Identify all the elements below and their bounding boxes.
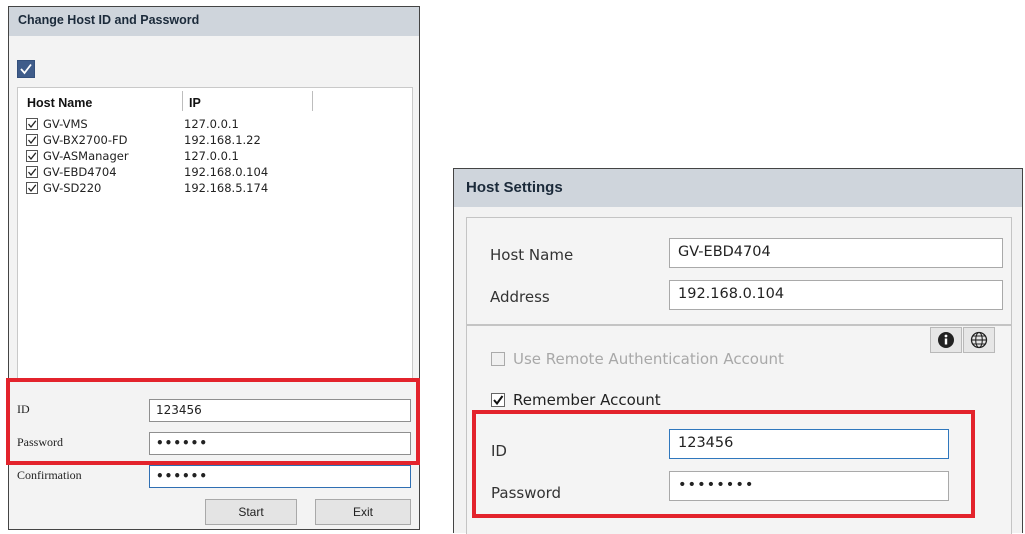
- host-row[interactable]: GV-ASManager 127.0.0.1: [26, 148, 406, 164]
- highlight-box: [472, 410, 975, 518]
- use-remote-auth-label: Use Remote Authentication Account: [513, 350, 784, 368]
- checkmark-icon: [28, 136, 37, 145]
- host-info-panel: Host Name GV-EBD4704 Address 192.168.0.1…: [466, 217, 1012, 325]
- host-ip: 192.168.1.22: [184, 133, 261, 147]
- host-checkbox[interactable]: [26, 166, 38, 178]
- host-ip: 192.168.0.104: [184, 165, 269, 179]
- host-name-label: Host Name: [490, 246, 574, 264]
- start-button[interactable]: Start: [205, 499, 297, 525]
- host-row[interactable]: GV-VMS 127.0.0.1: [26, 116, 406, 132]
- checkmark-icon: [28, 168, 37, 177]
- column-header-host-name[interactable]: Host Name: [27, 96, 92, 110]
- host-row[interactable]: GV-BX2700-FD 192.168.1.22: [26, 132, 406, 148]
- dialog-title: Host Settings: [454, 169, 1022, 207]
- remember-account-checkbox[interactable]: [491, 393, 505, 407]
- host-ip: 127.0.0.1: [184, 149, 239, 163]
- column-header-ip[interactable]: IP: [189, 96, 201, 110]
- checkmark-icon: [20, 63, 32, 75]
- host-name: GV-BX2700-FD: [43, 133, 128, 147]
- column-divider: [312, 91, 313, 111]
- host-list[interactable]: Host Name IP GV-VMS 127.0.0.1 GV-BX2700-…: [17, 87, 413, 380]
- exit-button[interactable]: Exit: [315, 499, 411, 525]
- globe-button[interactable]: [963, 327, 995, 353]
- host-ip: 192.168.5.174: [184, 181, 269, 195]
- info-icon: [938, 332, 954, 348]
- host-row[interactable]: GV-SD220 192.168.5.174: [26, 180, 406, 196]
- host-name: GV-ASManager: [43, 149, 129, 163]
- host-ip: 127.0.0.1: [184, 117, 239, 131]
- address-input[interactable]: 192.168.0.104: [669, 280, 1003, 310]
- confirmation-input[interactable]: ••••••: [149, 465, 411, 488]
- host-row[interactable]: GV-EBD4704 192.168.0.104: [26, 164, 406, 180]
- info-button[interactable]: [930, 327, 962, 353]
- globe-icon: [970, 331, 988, 349]
- host-checkbox[interactable]: [26, 134, 38, 146]
- confirmation-label: Confirmation: [17, 468, 82, 482]
- host-name: GV-EBD4704: [43, 165, 117, 179]
- host-name-input[interactable]: GV-EBD4704: [669, 238, 1003, 268]
- dialog-title: Change Host ID and Password: [9, 7, 419, 36]
- address-label: Address: [490, 288, 550, 306]
- checkmark-icon: [493, 395, 504, 406]
- host-name: GV-SD220: [43, 181, 102, 195]
- use-remote-auth-checkbox[interactable]: [491, 352, 505, 366]
- host-checkbox[interactable]: [26, 150, 38, 162]
- checkmark-icon: [28, 152, 37, 161]
- checkmark-icon: [28, 184, 37, 193]
- select-all-checkbox[interactable]: [17, 60, 35, 78]
- column-divider: [182, 91, 183, 111]
- host-checkbox[interactable]: [26, 118, 38, 130]
- highlight-box: [6, 378, 420, 465]
- host-checkbox[interactable]: [26, 182, 38, 194]
- remember-account-label: Remember Account: [513, 391, 661, 409]
- host-name: GV-VMS: [43, 117, 88, 131]
- checkmark-icon: [28, 120, 37, 129]
